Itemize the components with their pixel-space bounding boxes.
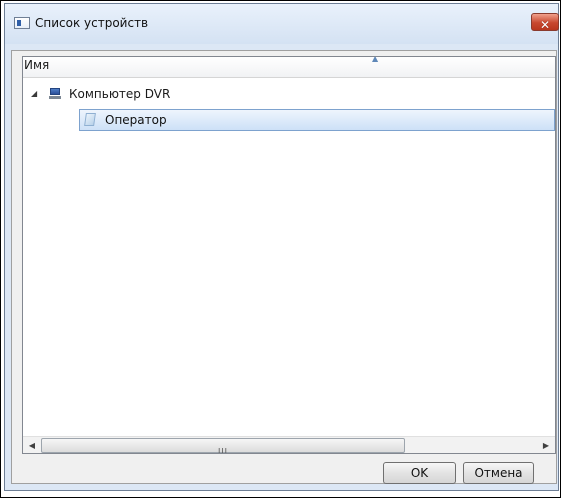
computer-icon	[49, 88, 61, 99]
column-header-name[interactable]: Имя ▲	[23, 57, 555, 78]
tree-item-operator[interactable]: Оператор	[79, 109, 555, 131]
tree-item-label: Оператор	[105, 113, 167, 127]
screenshot-frame: Список устройств ✕ Имя ▲ ◢ Компьютер DVR	[0, 0, 561, 498]
dialog-client-area: Имя ▲ ◢ Компьютер DVR Оператор ◀ III ▶ O…	[11, 50, 557, 484]
horizontal-scrollbar[interactable]: ◀ III ▶	[23, 436, 555, 453]
ok-button[interactable]: OK	[383, 462, 456, 484]
tree-expanded-arrow-icon[interactable]: ◢	[31, 88, 37, 100]
title-bar[interactable]: Список устройств ✕	[5, 4, 559, 44]
tree-item-label: Компьютер DVR	[69, 87, 171, 101]
device-tree-list[interactable]: Имя ▲ ◢ Компьютер DVR Оператор ◀ III ▶	[22, 56, 556, 454]
scrollbar-thumb[interactable]: III	[41, 438, 405, 453]
window-title: Список устройств	[35, 16, 149, 30]
scroll-right-arrow-icon[interactable]: ▶	[539, 439, 553, 452]
sort-ascending-icon: ▲	[372, 56, 379, 63]
column-header-label: Имя	[24, 58, 50, 72]
operator-icon	[84, 113, 96, 127]
close-icon: ✕	[539, 18, 551, 32]
scroll-left-arrow-icon[interactable]: ◀	[25, 439, 39, 452]
cancel-button[interactable]: Отмена	[463, 462, 534, 484]
close-button[interactable]: ✕	[531, 13, 559, 32]
grip-icon: III	[217, 447, 229, 454]
window-app-icon	[14, 17, 30, 29]
device-list-dialog: Список устройств ✕ Имя ▲ ◢ Компьютер DVR	[4, 3, 559, 491]
tree-item-computer-dvr[interactable]: ◢ Компьютер DVR	[31, 84, 551, 106]
